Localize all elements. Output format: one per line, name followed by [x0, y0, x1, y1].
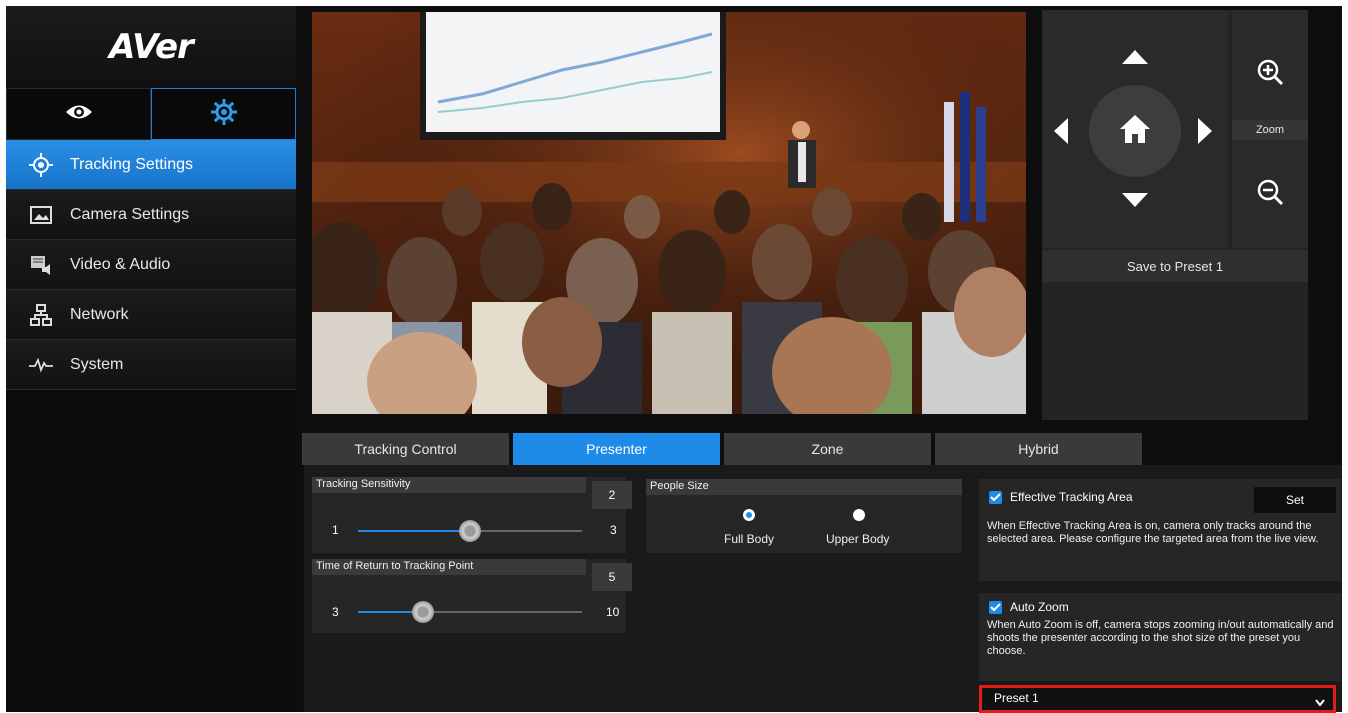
upper-body-label: Upper Body	[826, 532, 890, 546]
auto-zoom-label: Auto Zoom	[1010, 600, 1069, 614]
live-view-mode-tab[interactable]	[6, 88, 151, 140]
live-view[interactable]	[312, 12, 1026, 414]
tab-hybrid[interactable]: Hybrid	[935, 433, 1142, 465]
sidebar-item-camera-settings[interactable]: Camera Settings	[6, 190, 296, 240]
effective-tracking-area-description: When Effective Tracking Area is on, came…	[987, 520, 1319, 545]
home-icon	[1119, 114, 1151, 149]
auto-zoom-group: Auto Zoom When Auto Zoom is off, camera …	[979, 593, 1341, 681]
sidebar-item-label: Network	[70, 305, 129, 323]
zoom-in-button[interactable]	[1256, 58, 1284, 91]
people-size-title: People Size	[646, 479, 962, 495]
people-size-group: People Size Full Body Upper Body	[646, 479, 962, 553]
upper-body-radio[interactable]	[853, 509, 865, 521]
pan-left-button[interactable]	[1054, 118, 1068, 149]
tracking-tabs: Tracking Control Presenter Zone Hybrid	[302, 433, 1146, 465]
arrow-down-icon	[1122, 193, 1148, 211]
return-time-group: Time of Return to Tracking Point 5 3 10	[312, 559, 632, 633]
pan-right-button[interactable]	[1198, 118, 1212, 149]
sidebar-item-label: Video & Audio	[70, 255, 171, 273]
arrow-left-icon	[1054, 118, 1068, 148]
save-to-preset-button[interactable]: Save to Preset 1	[1042, 250, 1308, 282]
full-body-radio[interactable]	[743, 509, 755, 521]
sidebar-item-tracking-settings[interactable]: Tracking Settings	[6, 140, 296, 190]
slider-max-label: 10	[606, 605, 620, 619]
presenter-settings-panel: Tracking Sensitivity 2 1 3 Time of Retur…	[304, 465, 1342, 713]
sidebar-item-label: System	[70, 355, 124, 373]
auto-zoom-checkbox[interactable]	[989, 601, 1002, 614]
zoom-controls: Zoom	[1232, 10, 1308, 248]
sidebar: AVer Tracking Settings Camera Settings V…	[6, 6, 296, 712]
effective-tracking-area-group: Effective Tracking Area Set When Effecti…	[979, 479, 1341, 581]
slider-min-label: 1	[332, 523, 339, 537]
tracking-sensitivity-title: Tracking Sensitivity	[312, 477, 586, 493]
return-time-title: Time of Return to Tracking Point	[312, 559, 586, 575]
pan-up-button[interactable]	[1122, 50, 1148, 69]
sidebar-item-label: Camera Settings	[70, 205, 190, 223]
crosshair-icon	[28, 152, 54, 178]
arrow-right-icon	[1198, 118, 1212, 148]
live-view-image	[312, 12, 1026, 414]
sidebar-item-video-audio[interactable]: Video & Audio	[6, 240, 296, 290]
arrow-up-icon	[1122, 50, 1148, 68]
effective-tracking-area-checkbox[interactable]	[989, 491, 1002, 504]
network-icon	[28, 302, 54, 328]
aver-logo: AVer	[6, 6, 296, 88]
tab-tracking-control[interactable]: Tracking Control	[302, 433, 509, 465]
chevron-down-icon	[1315, 694, 1325, 712]
eye-icon	[64, 102, 94, 127]
sidebar-item-network[interactable]: Network	[6, 290, 296, 340]
slider-max-label: 3	[610, 523, 617, 537]
sidebar-item-label: Tracking Settings	[70, 155, 194, 173]
camera-control-panel: Zoom Save to Preset 1	[1042, 10, 1308, 420]
auto-zoom-description: When Auto Zoom is off, camera stops zoom…	[987, 619, 1334, 657]
pan-down-button[interactable]	[1122, 193, 1148, 212]
settings-mode-tab[interactable]	[151, 88, 296, 140]
tracking-sensitivity-fill	[358, 530, 470, 532]
tab-presenter[interactable]: Presenter	[513, 433, 720, 465]
slider-min-label: 3	[332, 605, 339, 619]
zoom-out-button[interactable]	[1256, 178, 1284, 211]
full-body-label: Full Body	[724, 532, 775, 546]
checkmark-icon	[990, 599, 1001, 617]
tab-zone[interactable]: Zone	[724, 433, 931, 465]
return-time-value: 5	[592, 563, 632, 591]
tracking-sensitivity-handle[interactable]	[459, 520, 481, 542]
sidebar-item-system[interactable]: System	[6, 340, 296, 390]
preset-select-value: Preset 1	[994, 691, 1039, 705]
video-audio-icon	[28, 252, 54, 278]
gear-icon	[210, 98, 238, 131]
pulse-icon	[28, 352, 54, 378]
preset-select[interactable]: Preset 1	[979, 685, 1336, 713]
image-icon	[28, 202, 54, 228]
tracking-sensitivity-group: Tracking Sensitivity 2 1 3	[312, 477, 632, 553]
zoom-label: Zoom	[1232, 120, 1308, 140]
home-button[interactable]	[1089, 85, 1181, 177]
set-area-button[interactable]: Set	[1254, 487, 1336, 513]
direction-pad	[1042, 10, 1228, 248]
app-window: AVer Tracking Settings Camera Settings V…	[6, 6, 1342, 713]
return-time-handle[interactable]	[411, 601, 434, 623]
sidebar-nav: Tracking Settings Camera Settings Video …	[6, 140, 296, 390]
effective-tracking-area-label: Effective Tracking Area	[1010, 490, 1133, 504]
checkmark-icon	[990, 489, 1001, 507]
zoom-out-icon	[1256, 179, 1284, 210]
tracking-sensitivity-value: 2	[592, 481, 632, 509]
mode-tabs	[6, 88, 296, 140]
zoom-in-icon	[1256, 59, 1284, 90]
